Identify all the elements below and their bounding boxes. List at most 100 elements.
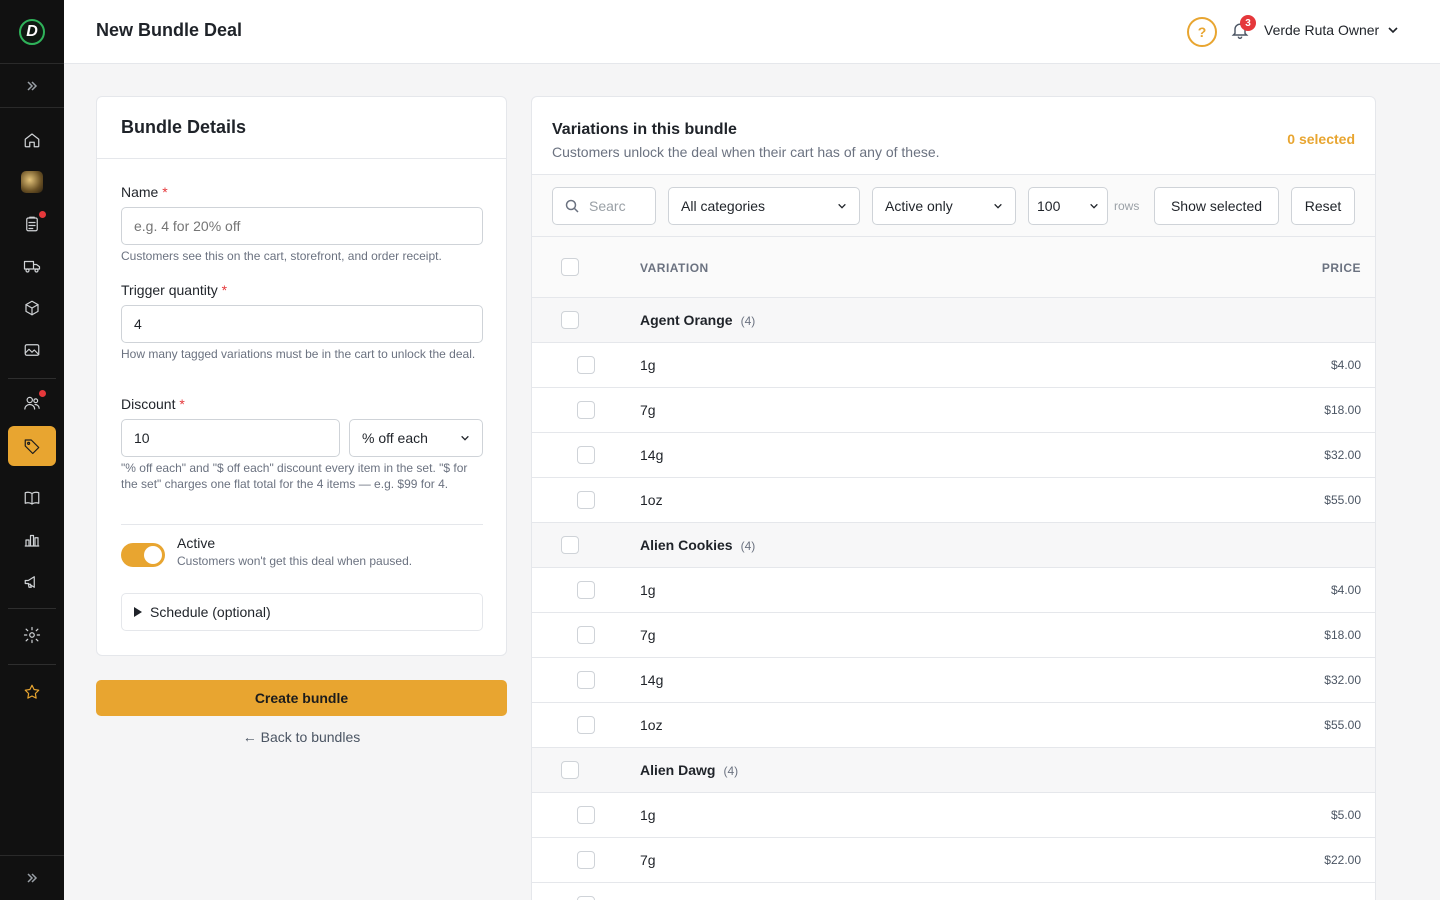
variation-row[interactable]: 14g $32.00 — [532, 658, 1375, 703]
variation-row[interactable]: 1oz $55.00 — [532, 478, 1375, 523]
variation-row[interactable]: 7g $18.00 — [532, 613, 1375, 658]
chevron-down-icon — [1090, 203, 1098, 209]
app-logo[interactable]: D — [0, 0, 64, 64]
name-input[interactable] — [121, 207, 483, 245]
variation-price: $55.00 — [1324, 493, 1361, 507]
variation-row[interactable]: 1g $5.00 — [532, 793, 1375, 838]
group-name: Alien Cookies (4) — [640, 537, 756, 553]
sidebar-item-marketing[interactable] — [8, 562, 56, 602]
variation-checkbox[interactable] — [577, 626, 595, 644]
group-checkbox[interactable] — [561, 311, 579, 329]
rows-per-page-value: 100 — [1037, 198, 1061, 214]
gear-icon — [23, 626, 41, 644]
caret-right-icon — [134, 607, 142, 617]
variation-row[interactable]: 7g $18.00 — [532, 388, 1375, 433]
user-menu[interactable]: Verde Ruta Owner — [1264, 22, 1399, 38]
megaphone-icon — [24, 576, 35, 588]
discount-type-select[interactable]: % off each — [349, 419, 483, 457]
toggle-knob — [144, 546, 162, 564]
variation-name: 7g — [640, 627, 656, 643]
category-filter-value: All categories — [681, 198, 766, 214]
reset-button[interactable]: Reset — [1291, 187, 1355, 225]
variation-checkbox[interactable] — [577, 401, 595, 419]
sidebar-item-deals[interactable] — [8, 426, 56, 466]
variation-row[interactable]: 14g — [532, 883, 1375, 900]
active-hint: Customers won't get this deal when pause… — [177, 554, 413, 568]
variation-row[interactable]: 7g $22.00 — [532, 838, 1375, 883]
search-placeholder: Searc — [589, 198, 626, 214]
bundle-details-card: Bundle Details Name * Customers see this… — [96, 96, 507, 656]
group-count: (4) — [740, 539, 756, 553]
search-input[interactable]: Searc — [552, 187, 656, 225]
notification-dot — [39, 211, 46, 218]
group-row[interactable]: Alien Dawg (4) — [532, 748, 1375, 793]
show-selected-button[interactable]: Show selected — [1154, 187, 1279, 225]
selected-count: 0 selected — [1287, 131, 1355, 147]
filter-bar: Searc All categories Active only 100 row… — [532, 174, 1375, 237]
table-header: VARIATION PRICE — [532, 237, 1375, 298]
sidebar-item-delivery[interactable] — [8, 246, 56, 286]
status-filter-select[interactable]: Active only — [872, 187, 1016, 225]
variation-checkbox[interactable] — [577, 896, 595, 900]
help-icon[interactable]: ? — [1187, 17, 1217, 47]
variation-name: 1oz — [640, 717, 663, 733]
variation-name: 1g — [640, 582, 656, 598]
sidebar-item-favorites[interactable] — [8, 672, 56, 712]
users-icon — [24, 396, 40, 410]
chevron-down-icon — [838, 203, 846, 209]
category-filter-select[interactable]: All categories — [668, 187, 860, 225]
discount-hint: "% off each" and "$ off each" discount e… — [121, 461, 468, 491]
rows-label: rows — [1114, 199, 1140, 213]
variation-price: $5.00 — [1330, 808, 1361, 822]
active-label: Active — [177, 535, 216, 551]
variation-row[interactable]: 1oz $55.00 — [532, 703, 1375, 748]
variation-row[interactable]: 1g $4.00 — [532, 343, 1375, 388]
status-filter-value: Active only — [885, 198, 953, 214]
chart-icon — [24, 534, 40, 547]
back-to-bundles-link[interactable]: ← Back to bundles — [96, 729, 507, 745]
trigger-quantity-input[interactable]: 4 — [121, 305, 483, 343]
variation-checkbox[interactable] — [577, 581, 595, 599]
rows-per-page-select[interactable]: 100 — [1028, 187, 1108, 225]
sidebar-expand-button[interactable] — [0, 64, 64, 108]
tag-icon — [24, 439, 40, 455]
sidebar-collapse-button[interactable] — [0, 855, 64, 900]
card-title: Bundle Details — [97, 97, 506, 159]
group-checkbox[interactable] — [561, 536, 579, 554]
sidebar-item-catalog[interactable] — [8, 478, 56, 518]
trigger-quantity-hint: How many tagged variations must be in th… — [121, 347, 476, 361]
discount-value-input[interactable]: 10 — [121, 419, 340, 457]
variation-checkbox[interactable] — [577, 806, 595, 824]
group-checkbox[interactable] — [561, 761, 579, 779]
image-icon — [24, 344, 40, 356]
group-row[interactable]: Agent Orange (4) — [532, 298, 1375, 343]
variation-row[interactable]: 1g $4.00 — [532, 568, 1375, 613]
variation-price: $32.00 — [1324, 673, 1361, 687]
group-row[interactable]: Alien Cookies (4) — [532, 523, 1375, 568]
variation-row[interactable]: 14g $32.00 — [532, 433, 1375, 478]
sidebar-item-home[interactable] — [8, 120, 56, 160]
sidebar-item-customers[interactable] — [8, 383, 56, 423]
variations-title: Variations in this bundle — [552, 121, 737, 138]
variation-checkbox[interactable] — [577, 446, 595, 464]
sidebar-item-media[interactable] — [8, 330, 56, 370]
create-bundle-button[interactable]: Create bundle — [96, 680, 507, 716]
trigger-quantity-label: Trigger quantity * — [121, 282, 228, 298]
sidebar-item-products[interactable] — [8, 288, 56, 328]
sidebar-item-orders[interactable] — [8, 204, 56, 244]
variation-checkbox[interactable] — [577, 716, 595, 734]
variation-checkbox[interactable] — [577, 356, 595, 374]
sidebar-item-store[interactable] — [8, 162, 56, 202]
variation-checkbox[interactable] — [577, 851, 595, 869]
star-icon — [24, 684, 40, 699]
sidebar-item-settings[interactable] — [8, 615, 56, 655]
chevron-down-icon — [1388, 27, 1398, 34]
schedule-disclosure[interactable]: Schedule (optional) — [121, 593, 483, 631]
variation-checkbox[interactable] — [577, 491, 595, 509]
variation-checkbox[interactable] — [577, 671, 595, 689]
select-all-checkbox[interactable] — [561, 258, 579, 276]
variations-card: Variations in this bundle Customers unlo… — [531, 96, 1376, 900]
user-name: Verde Ruta Owner — [1264, 22, 1380, 38]
active-toggle[interactable] — [121, 543, 165, 567]
sidebar-item-reports[interactable] — [8, 520, 56, 560]
